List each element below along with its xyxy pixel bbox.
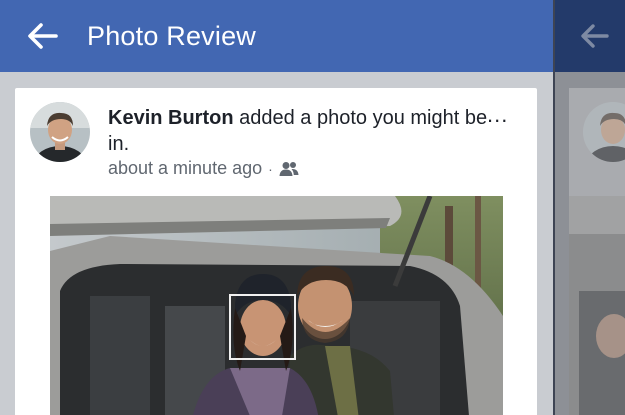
face-tag-box[interactable] xyxy=(229,294,296,360)
friends-icon xyxy=(279,161,299,176)
side-post-card xyxy=(569,88,625,415)
next-screen-preview xyxy=(555,0,625,415)
post-headline: Kevin Burton added a photo you might be … xyxy=(108,105,488,157)
page-title: Photo Review xyxy=(87,21,256,51)
back-arrow-icon[interactable] xyxy=(28,23,58,49)
author-avatar[interactable] xyxy=(30,102,90,162)
side-photo xyxy=(569,196,625,415)
more-options-button[interactable]: ... xyxy=(487,102,508,128)
side-app-bar xyxy=(555,0,625,72)
main-screen: Photo Review Kevin Burton added a photo … xyxy=(0,0,553,415)
post-timestamp[interactable]: about a minute ago xyxy=(108,158,262,179)
post-meta: about a minute ago · xyxy=(108,158,299,179)
app-bar: Photo Review xyxy=(0,0,553,72)
meta-separator: · xyxy=(268,160,273,177)
post-card: Kevin Burton added a photo you might be … xyxy=(15,88,537,415)
tagged-photo[interactable] xyxy=(50,196,503,415)
side-avatar xyxy=(583,102,625,162)
side-back-arrow-icon xyxy=(581,24,609,48)
author-name[interactable]: Kevin Burton xyxy=(108,107,234,129)
